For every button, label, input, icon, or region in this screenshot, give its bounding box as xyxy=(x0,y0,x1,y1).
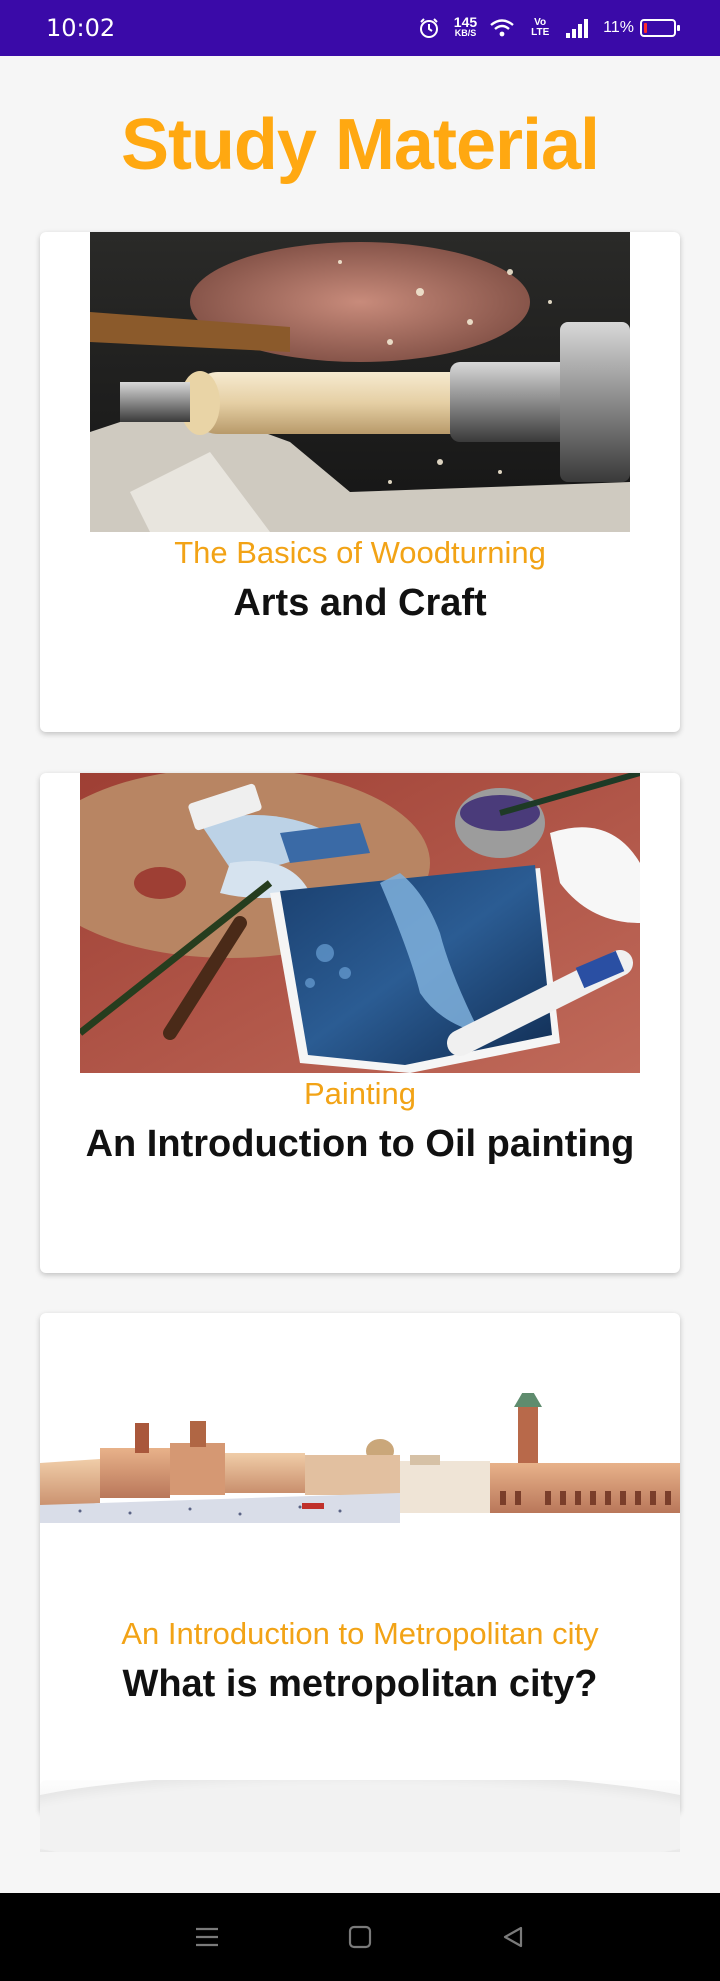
status-time: 10:02 xyxy=(46,14,116,42)
status-bar: 10:02 145 KB/S Vo LTE 11% xyxy=(0,0,720,56)
study-card-oil-painting[interactable]: Painting An Introduction to Oil painting xyxy=(40,773,680,1273)
woodturning-lathe-photo xyxy=(90,232,630,532)
alarm-icon xyxy=(416,15,442,41)
page-title: Study Material xyxy=(120,105,600,185)
card-title: What is metropolitan city? xyxy=(122,1663,598,1705)
signal-icon xyxy=(565,15,591,41)
card-subtitle: The Basics of Woodturning xyxy=(174,535,546,570)
status-icons: 145 KB/S Vo LTE 11% xyxy=(416,14,680,41)
battery-icon xyxy=(640,19,680,37)
navigation-bar xyxy=(0,1893,720,1981)
wifi-icon xyxy=(489,15,515,41)
volte-label: Vo LTE xyxy=(531,17,550,38)
card-subtitle: Painting xyxy=(303,1076,417,1111)
study-card-partial[interactable] xyxy=(40,1780,680,1852)
net-speed-unit: KB/S xyxy=(454,28,477,38)
oil-painting-palette-photo xyxy=(80,773,640,1073)
home-square-icon[interactable] xyxy=(340,1917,380,1957)
battery: 11% xyxy=(603,19,680,37)
study-card-metropolitan-city[interactable]: An Introduction to Metropolitan city Wha… xyxy=(40,1313,680,1813)
back-triangle-icon[interactable] xyxy=(493,1917,533,1957)
net-speed-value: 145 xyxy=(453,14,478,30)
card-title: An Introduction to Oil painting xyxy=(85,1123,635,1165)
volte-icon: Vo LTE xyxy=(527,15,553,41)
study-card-woodturning[interactable]: The Basics of Woodturning Arts and Craft xyxy=(40,232,680,732)
battery-fill xyxy=(644,23,647,33)
metropolitan-city-panorama xyxy=(40,1393,680,1523)
menu-icon[interactable] xyxy=(187,1917,227,1957)
card-title: Arts and Craft xyxy=(233,582,487,624)
card-subtitle: An Introduction to Metropolitan city xyxy=(121,1616,599,1651)
net-speed: 145 KB/S xyxy=(453,14,478,39)
battery-percent: 11% xyxy=(603,19,634,36)
